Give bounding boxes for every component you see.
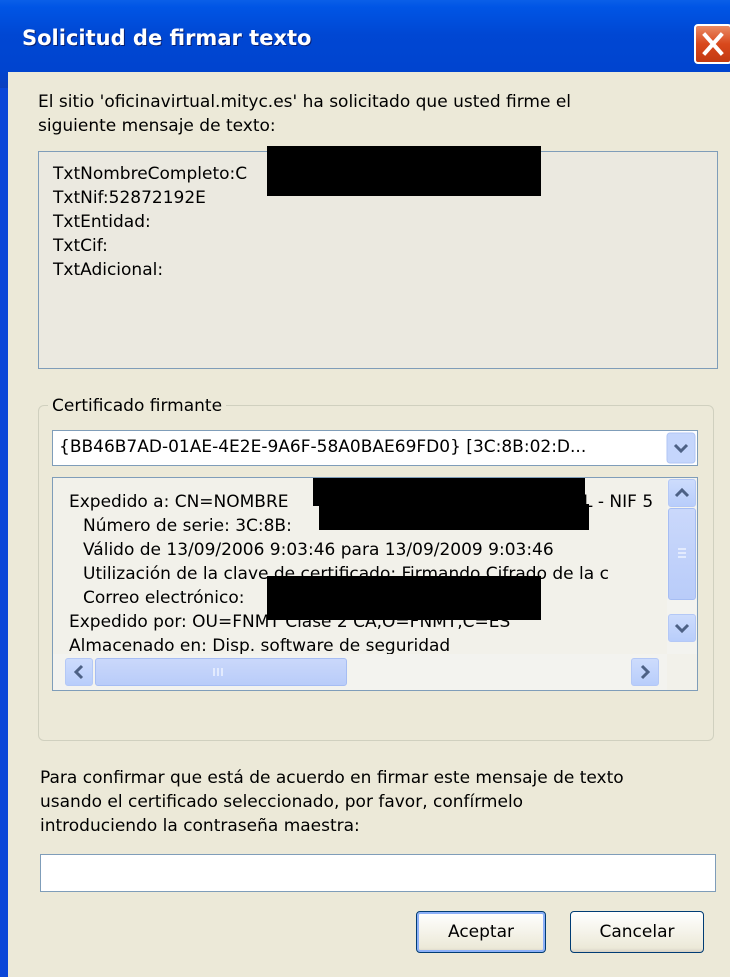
dialog-body: El sitio 'oficinavirtual.mityc.es' ha so…	[8, 72, 730, 977]
confirm-text-line-3: introduciendo la contraseña maestra:	[40, 816, 360, 836]
message-line: TxtEntidad:	[53, 212, 151, 232]
redaction-bar	[319, 504, 589, 530]
master-password-input[interactable]	[40, 854, 716, 892]
horizontal-scrollbar[interactable]	[53, 654, 667, 690]
detail-email: Correo electrónico:	[83, 588, 245, 608]
certificate-group-label: Certificado firmante	[48, 396, 227, 416]
detail-issued-to: Expedido a: CN=NOMBRE	[69, 492, 289, 512]
scroll-left-button[interactable]	[65, 658, 93, 686]
detail-validity: Válido de 13/09/2006 9:03:46 para 13/09/…	[83, 540, 554, 560]
confirm-text-line-1: Para confirmar que está de acuerdo en fi…	[40, 768, 624, 788]
scroll-up-button[interactable]	[668, 479, 696, 507]
close-button[interactable]	[694, 24, 730, 64]
message-line: TxtAdicional:	[53, 260, 164, 280]
chevron-right-icon	[640, 664, 651, 680]
intro-text-line-2: siguiente mensaje de texto:	[38, 116, 276, 136]
redaction-bar	[313, 478, 585, 506]
confirm-text-line-2: usando el certificado seleccionado, por …	[40, 792, 524, 812]
horizontal-scroll-thumb[interactable]	[95, 658, 347, 686]
message-line: TxtCif:	[53, 236, 108, 256]
detail-serial: Número de serie: 3C:8B:	[83, 516, 292, 536]
chevron-up-icon	[674, 487, 690, 498]
cancel-button[interactable]: Cancelar	[570, 911, 704, 953]
window-frame: Solicitud de firmar texto El sitio 'ofic…	[0, 0, 730, 977]
close-icon	[702, 32, 724, 56]
message-line: TxtNombreCompleto:C	[53, 164, 248, 184]
chevron-down-icon	[674, 623, 690, 634]
vertical-scrollbar[interactable]	[667, 478, 697, 654]
accept-button[interactable]: Aceptar	[416, 911, 546, 953]
window-title: Solicitud de firmar texto	[22, 26, 312, 50]
intro-text-line-1: El sitio 'oficinavirtual.mityc.es' ha so…	[38, 92, 572, 112]
message-textbox[interactable]: TxtNombreCompleto:C TxtNif:52872192E Txt…	[38, 146, 718, 369]
certificate-select-value: {BB46B7AD-01AE-4E2E-9A6F-58A0BAE69FD0} […	[59, 437, 587, 457]
chevron-down-icon	[666, 432, 696, 464]
certificate-select[interactable]: {BB46B7AD-01AE-4E2E-9A6F-58A0BAE69FD0} […	[52, 430, 698, 466]
vertical-scroll-thumb[interactable]	[668, 508, 696, 600]
redaction-bar	[267, 576, 541, 620]
grip-icon	[678, 548, 686, 558]
message-line: TxtNif:52872192E	[53, 188, 206, 208]
dropdown-button[interactable]	[666, 432, 696, 464]
detail-issued-to-tail: L - NIF 5	[583, 492, 654, 512]
redaction-bar	[267, 146, 541, 196]
certificate-details-box[interactable]: Expedido a: CN=NOMBRE L - NIF 5 Número d…	[52, 477, 698, 691]
scroll-right-button[interactable]	[631, 658, 659, 686]
chevron-left-icon	[73, 664, 84, 680]
scroll-down-button[interactable]	[668, 614, 696, 642]
grip-icon	[213, 668, 223, 676]
